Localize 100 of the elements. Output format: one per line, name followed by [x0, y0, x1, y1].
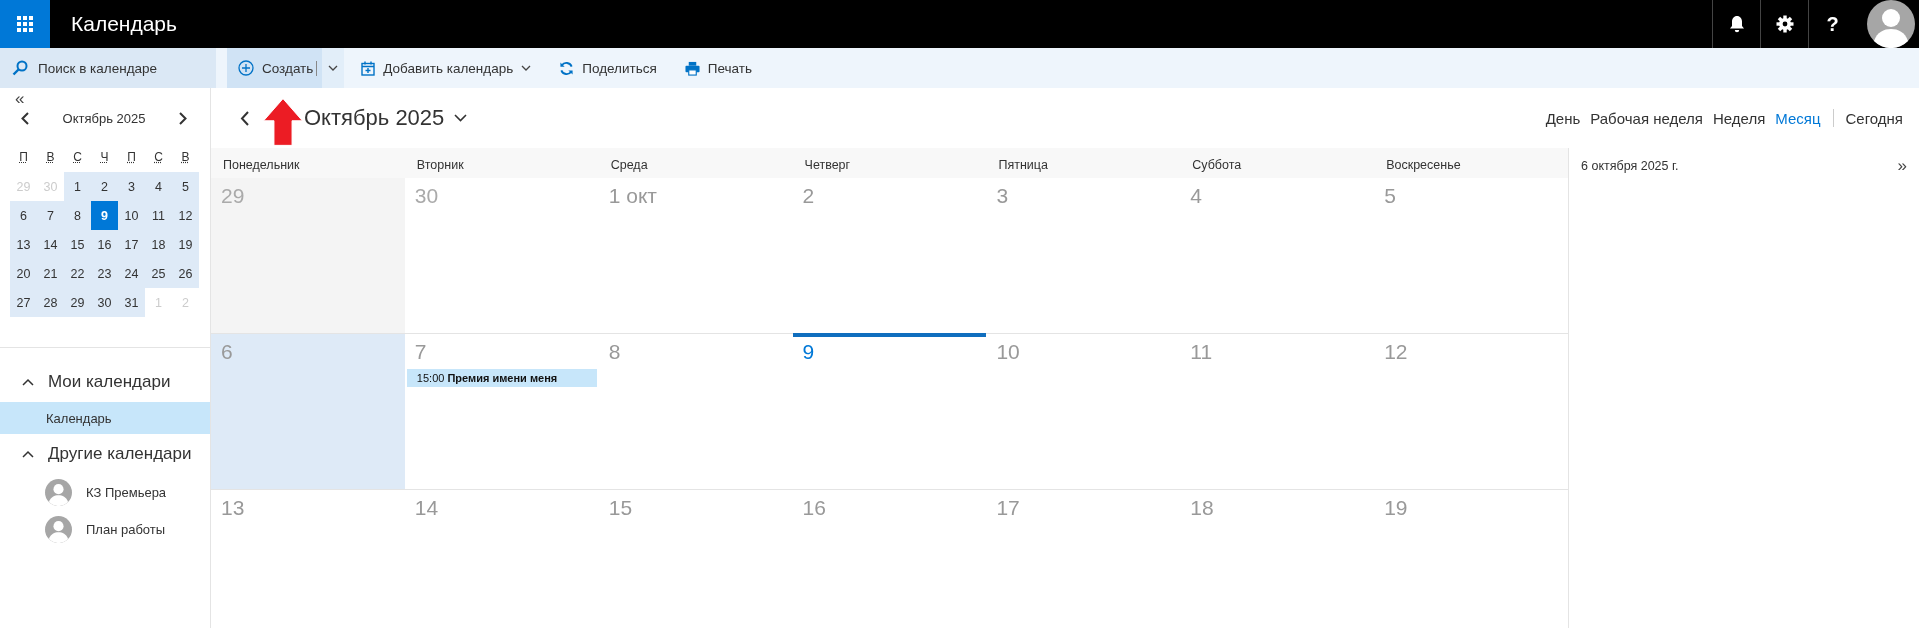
expand-button[interactable]: »: [1897, 156, 1907, 176]
weekday-label: П: [18, 149, 29, 166]
mini-calendar-day[interactable]: 10: [118, 201, 145, 230]
weekday-label: С: [153, 149, 164, 166]
share-button[interactable]: Поделиться: [548, 48, 668, 88]
day-panel-title: 6 октября 2025 г.: [1581, 159, 1679, 173]
mini-calendar-day[interactable]: 13: [10, 230, 37, 259]
mini-calendar-day[interactable]: 21: [37, 259, 64, 288]
weekday-header: Суббота: [1191, 157, 1243, 174]
mini-calendar-day[interactable]: 27: [10, 288, 37, 317]
mini-calendar-day[interactable]: 29: [64, 288, 91, 317]
collapse-button[interactable]: «: [15, 91, 25, 107]
mini-calendar-day[interactable]: 22: [64, 259, 91, 288]
weekday-header: Четверг: [803, 157, 852, 174]
mini-calendar-day[interactable]: 8: [64, 201, 91, 230]
weekday-header: Понедельник: [222, 157, 301, 174]
mini-calendar-day[interactable]: 5: [172, 172, 199, 201]
mini-calendar-day[interactable]: 24: [118, 259, 145, 288]
mini-calendar-day[interactable]: 20: [10, 259, 37, 288]
month-picker[interactable]: Октябрь 2025: [304, 105, 468, 131]
day-number: 4: [1190, 183, 1202, 209]
chevron-left-icon: [21, 111, 29, 125]
mini-calendar-day[interactable]: 17: [118, 230, 145, 259]
mini-calendar-day[interactable]: 11: [145, 201, 172, 230]
day-number: 16: [802, 495, 826, 521]
weekday-header: Вторник: [415, 157, 465, 174]
mini-calendar-day[interactable]: 2: [91, 172, 118, 201]
day-number: 17: [996, 495, 1020, 521]
new-button[interactable]: Создать: [227, 48, 323, 88]
day-number: 9: [802, 339, 815, 365]
chevron-up-icon: [22, 378, 34, 386]
weekday-label: П: [126, 149, 137, 166]
app-launcher-button[interactable]: [0, 0, 50, 48]
mini-calendar-month: Октябрь 2025: [62, 110, 146, 126]
mini-calendar-day[interactable]: 31: [118, 288, 145, 317]
caret-icon: [454, 114, 468, 122]
weekday-label: С: [72, 149, 83, 166]
weekday-label: Ч: [99, 149, 110, 166]
mini-calendar-day[interactable]: 23: [91, 259, 118, 288]
account-avatar[interactable]: [1867, 0, 1915, 48]
day-number: 18: [1190, 495, 1214, 521]
mini-calendar-day[interactable]: 1: [64, 172, 91, 201]
day-number: 12: [1384, 339, 1408, 365]
day-number: 5: [1384, 183, 1396, 209]
day-number: 1 окт: [608, 183, 657, 209]
mini-calendar-day[interactable]: 28: [37, 288, 64, 317]
view-tab[interactable]: Месяц: [1771, 109, 1825, 127]
calendar-group-header[interactable]: Другие календари: [0, 434, 210, 474]
mini-calendar-day[interactable]: 3: [118, 172, 145, 201]
mini-calendar-day[interactable]: 4: [145, 172, 172, 201]
mini-calendar-day[interactable]: 16: [91, 230, 118, 259]
calendar-item[interactable]: Календарь: [0, 402, 210, 434]
sync-icon: [559, 60, 575, 76]
day-number: 2: [802, 183, 815, 209]
today-button[interactable]: Сегодня: [1841, 109, 1907, 127]
mini-calendar-day[interactable]: 26: [172, 259, 199, 288]
chevron-left-icon: [239, 110, 249, 126]
mini-calendar-day[interactable]: 30: [91, 288, 118, 317]
day-cell[interactable]: 9: [792, 334, 987, 489]
calendar-event[interactable]: 15:00 Премия имени меня: [406, 369, 597, 387]
mini-calendar-day[interactable]: 12: [172, 201, 199, 230]
search-input[interactable]: Поиск в календаре: [36, 59, 205, 77]
weekday-header: Среда: [609, 157, 649, 174]
mini-calendar-day[interactable]: 14: [37, 230, 64, 259]
calendar-add-icon: [361, 60, 376, 76]
chevron-up-icon: [22, 450, 34, 458]
mini-calendar-day[interactable]: 7: [37, 201, 64, 230]
mini-calendar-day[interactable]: 6: [10, 201, 37, 230]
add-calendar-button[interactable]: Добавить календарь: [350, 48, 543, 88]
day-number: 13: [221, 495, 245, 521]
day-number: 6: [221, 339, 233, 365]
print-button[interactable]: Печать: [673, 48, 763, 88]
day-number: 11: [1190, 339, 1213, 365]
calendar-item[interactable]: План работы: [0, 511, 210, 548]
day-cell[interactable]: 7 15:00 Премия имени меня: [404, 334, 599, 489]
day-number: 8: [608, 339, 621, 365]
app-title: Календарь: [71, 12, 177, 36]
mini-calendar-day[interactable]: 9: [91, 201, 118, 230]
calendar-item[interactable]: КЗ Премьера: [0, 474, 210, 511]
day-number: 30: [414, 183, 439, 209]
chevron-right-icon: [179, 111, 187, 125]
weekday-header: Пятница: [997, 157, 1049, 174]
mini-calendar-day[interactable]: 19: [172, 230, 199, 259]
printer-icon: [684, 60, 700, 76]
day-number: 29: [221, 183, 245, 209]
weekday-label: В: [45, 149, 56, 166]
mini-calendar-day[interactable]: 25: [145, 259, 172, 288]
mini-calendar-day[interactable]: 15: [64, 230, 91, 259]
grid-icon: [17, 16, 33, 32]
calendar-group-header[interactable]: Мои календари: [0, 362, 210, 402]
mini-calendar-day[interactable]: 18: [145, 230, 172, 259]
day-number: 14: [414, 495, 439, 521]
view-tab[interactable]: Рабочая неделя: [1586, 109, 1707, 127]
avatar-icon: [45, 479, 72, 506]
search-icon: [12, 60, 28, 76]
caret-icon: [328, 65, 339, 71]
view-tab[interactable]: Неделя: [1708, 109, 1770, 127]
day-number: 15: [608, 495, 633, 521]
day-number: 10: [996, 339, 1020, 365]
view-tab[interactable]: День: [1541, 109, 1585, 127]
